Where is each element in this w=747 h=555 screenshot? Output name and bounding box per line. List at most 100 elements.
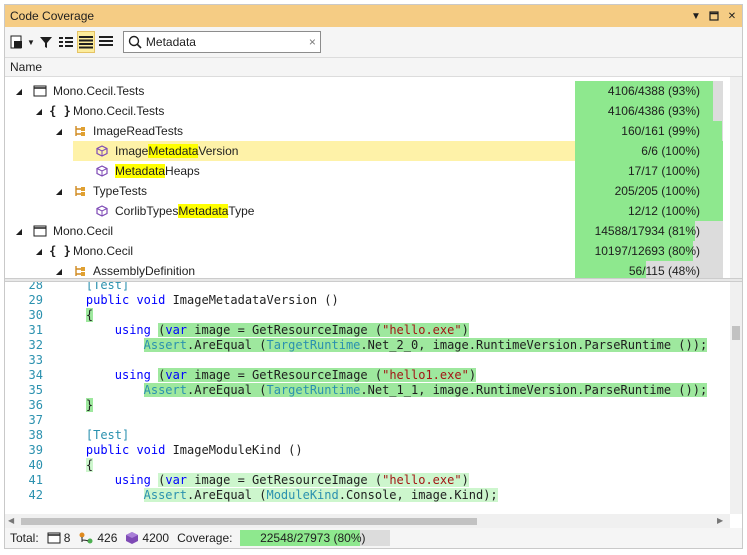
search-input[interactable]: Metadata	[142, 35, 309, 49]
code-token: var	[165, 323, 188, 337]
expand-collapse-icon[interactable]: ◢	[53, 267, 65, 276]
tree-node[interactable]: CorlibTypesMetadataType	[73, 201, 254, 221]
coverage-cell: 4106/4386 (93%)	[575, 101, 723, 121]
code-text: Assert.AreEqual (TargetRuntime.Net_1_1, …	[143, 383, 708, 398]
code-text: public void ImageModuleKind ()	[86, 443, 303, 458]
code-line[interactable]: 34 using (var image = GetResourceImage ("…	[5, 368, 730, 383]
coverage-cell: 17/17 (100%)	[575, 161, 723, 181]
tree-node[interactable]: ImageMetadataVersion	[73, 141, 575, 161]
name-column-label: Name	[10, 60, 43, 74]
clear-search-icon[interactable]: ×	[309, 35, 316, 49]
code-line[interactable]: 29 public void ImageMetadataVersion ()	[5, 293, 730, 308]
window-menu-icon[interactable]: ▼	[688, 8, 704, 24]
class-icon	[71, 184, 89, 198]
code-line[interactable]: 32 Assert.AreEqual (TargetRuntime.Net_2_0…	[5, 338, 730, 353]
method-icon	[93, 145, 111, 157]
coverage-value: 12/12 (100%)	[627, 204, 700, 218]
export-button[interactable]: ▼	[9, 31, 35, 53]
code-token: Assert	[143, 488, 187, 502]
coverage-cell: 4106/4388 (93%)	[575, 81, 723, 101]
code-line[interactable]: 39 public void ImageModuleKind ()	[5, 443, 730, 458]
expand-collapse-icon[interactable]: ◢	[53, 187, 65, 196]
total-coverage-value: 22548/27973 (80%)	[260, 531, 366, 545]
code-token: using	[114, 473, 159, 487]
code-token: public void	[85, 443, 166, 457]
highlight-coverage-button[interactable]	[76, 31, 95, 53]
code-line[interactable]: 41 using (var image = GetResourceImage ("…	[5, 473, 730, 488]
code-token: )	[461, 473, 469, 487]
expand-collapse-icon[interactable]: ◢	[53, 127, 65, 136]
group-by-button[interactable]	[57, 31, 75, 53]
tree-node[interactable]: ◢ Mono.Cecil	[13, 221, 113, 241]
name-column-header[interactable]: Name	[5, 57, 742, 77]
code-text: {	[85, 308, 94, 323]
show-all-button[interactable]	[97, 31, 115, 53]
tree-row[interactable]: MetadataHeaps 17/17 (100%)	[5, 161, 730, 181]
expand-collapse-icon[interactable]: ◢	[33, 107, 45, 116]
code-scrollbar[interactable]	[730, 282, 742, 514]
code-token: image = GetResourceImage (	[187, 368, 383, 382]
tree-node[interactable]: ◢ ImageReadTests	[53, 121, 183, 141]
search-box[interactable]: Metadata ×	[122, 31, 321, 53]
label-part: Image	[115, 144, 149, 158]
tree-node[interactable]: ◢ { } Mono.Cecil	[33, 241, 133, 261]
tree-row[interactable]: ◢ TypeTests 205/205 (100%)	[5, 181, 730, 201]
tree-node[interactable]: ◢ Mono.Cecil.Tests	[13, 81, 144, 101]
scroll-right-icon[interactable]: ▶	[717, 514, 723, 528]
chevron-down-icon[interactable]: ▼	[27, 38, 35, 47]
code-editor[interactable]: 28 [Test] 29 public void ImageMetadataVersi…	[5, 282, 730, 514]
code-line[interactable]: 28 [Test]	[5, 282, 730, 293]
code-line[interactable]: 40 {	[5, 458, 730, 473]
horizontal-scroll-thumb[interactable]	[21, 518, 477, 525]
scroll-left-icon[interactable]: ◀	[8, 514, 14, 528]
namespace-icon: { }	[49, 104, 71, 118]
expand-collapse-icon[interactable]: ◢	[33, 247, 45, 256]
tree-node[interactable]: ◢ { } Mono.Cecil.Tests	[33, 101, 164, 121]
tree-row[interactable]: ◢ ImageReadTests 160/161 (99%)	[5, 121, 730, 141]
code-text: }	[85, 398, 94, 413]
code-line[interactable]: 33	[5, 353, 730, 368]
branches-count: 426	[78, 531, 117, 545]
tree-scrollbar[interactable]	[730, 77, 742, 278]
code-line[interactable]: 37	[5, 413, 730, 428]
tree-row[interactable]: ImageMetadataVersion 6/6 (100%)	[5, 141, 730, 161]
line-number: 31	[28, 323, 43, 337]
coverage-value: 56/115 (48%)	[628, 264, 700, 278]
filter-button[interactable]	[37, 31, 55, 53]
classes-count-value: 8	[63, 531, 71, 545]
code-line[interactable]: 31 using (var image = GetResourceImage ("…	[5, 323, 730, 338]
tree-node[interactable]: ◢ TypeTests	[53, 181, 147, 201]
code-text: [Test]	[86, 428, 129, 443]
code-line[interactable]: 35 Assert.AreEqual (TargetRuntime.Net_1_1…	[5, 383, 730, 398]
maximize-icon[interactable]	[706, 8, 722, 24]
expand-collapse-icon[interactable]: ◢	[13, 87, 25, 96]
tree-node[interactable]: MetadataHeaps	[73, 161, 200, 181]
code-line[interactable]: 36}	[5, 398, 730, 413]
tree-row[interactable]: CorlibTypesMetadataType 12/12 (100%)	[5, 201, 730, 221]
tree-row[interactable]: ◢ { } Mono.Cecil.Tests 4106/4386 (93%)	[5, 101, 730, 121]
branch-icon	[79, 532, 93, 544]
code-token: image = GetResourceImage (	[187, 473, 383, 487]
code-line[interactable]: 30 {	[5, 308, 730, 323]
tree-node-label: Mono.Cecil.Tests	[73, 104, 164, 118]
code-text: public void ImageMetadataVersion ()	[86, 293, 339, 308]
coverage-coloring-icon	[78, 36, 93, 49]
tree-node-label: TypeTests	[93, 184, 147, 198]
code-token: .AreEqual (	[186, 338, 267, 352]
horizontal-scrollbar[interactable]: ◀ ▶	[5, 514, 730, 528]
expand-collapse-icon[interactable]: ◢	[13, 227, 25, 236]
code-token: ImageMetadataVersion ()	[165, 293, 339, 307]
coverage-tree[interactable]: ◢ Mono.Cecil.Tests 4106/4388 (93%) ◢{ } Mono…	[5, 77, 730, 278]
close-icon[interactable]: ✕	[724, 8, 740, 24]
tree-row[interactable]: ◢ Mono.Cecil 14588/17934 (81%)	[5, 221, 730, 241]
tree-row[interactable]: ◢ Mono.Cecil.Tests 4106/4388 (93%)	[5, 81, 730, 101]
class-count-icon	[47, 532, 61, 544]
tree-row[interactable]: ◢ { } Mono.Cecil 10197/12693 (80%)	[5, 241, 730, 261]
code-scroll-thumb[interactable]	[732, 326, 740, 340]
code-text: Assert.AreEqual (TargetRuntime.Net_2_0, …	[143, 338, 708, 353]
tree-node[interactable]: ◢ AssemblyDefinition	[53, 261, 195, 278]
coverage-value: 205/205 (100%)	[614, 184, 700, 198]
code-line[interactable]: 38 [Test]	[5, 428, 730, 443]
code-line[interactable]: 42 Assert.AreEqual (ModuleKind.Console, i…	[5, 488, 730, 503]
tree-row[interactable]: ◢ AssemblyDefinition 56/115 (48%)	[5, 261, 730, 278]
